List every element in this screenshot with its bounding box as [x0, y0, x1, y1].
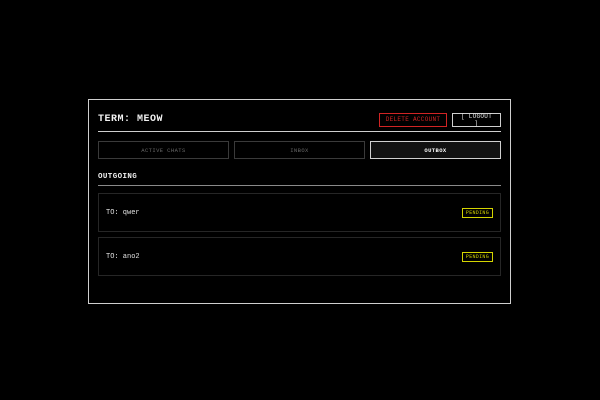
status-badge: PENDING — [461, 207, 493, 218]
tab-active-chats[interactable]: ACTIVE CHATS — [98, 141, 229, 159]
logout-button[interactable]: [ LOGOUT ] — [452, 112, 501, 127]
list-item[interactable]: TO: ano2 PENDING — [98, 237, 501, 276]
header-actions: DELETE ACCOUNT [ LOGOUT ] — [379, 112, 501, 127]
header-divider — [98, 131, 501, 132]
status-badge: PENDING — [461, 251, 493, 262]
delete-account-button[interactable]: DELETE ACCOUNT — [379, 112, 447, 127]
recipient-label: TO: ano2 — [106, 252, 140, 261]
page-title: TERM: MEOW — [98, 114, 164, 125]
section-title: OUTGOING — [98, 173, 138, 181]
tab-inbox[interactable]: INBOX — [234, 141, 365, 159]
recipient-label: TO: qwer — [106, 208, 140, 217]
panel-header: TERM: MEOW DELETE ACCOUNT [ LOGOUT ] — [98, 109, 501, 130]
list-item[interactable]: TO: qwer PENDING — [98, 193, 501, 232]
section-divider — [98, 185, 501, 186]
outgoing-list: TO: qwer PENDING TO: ano2 PENDING — [98, 193, 501, 281]
tab-outbox[interactable]: OUTBOX — [370, 141, 501, 159]
terminal-panel: TERM: MEOW DELETE ACCOUNT [ LOGOUT ] ACT… — [88, 99, 511, 304]
tab-bar: ACTIVE CHATS INBOX OUTBOX — [98, 141, 501, 159]
